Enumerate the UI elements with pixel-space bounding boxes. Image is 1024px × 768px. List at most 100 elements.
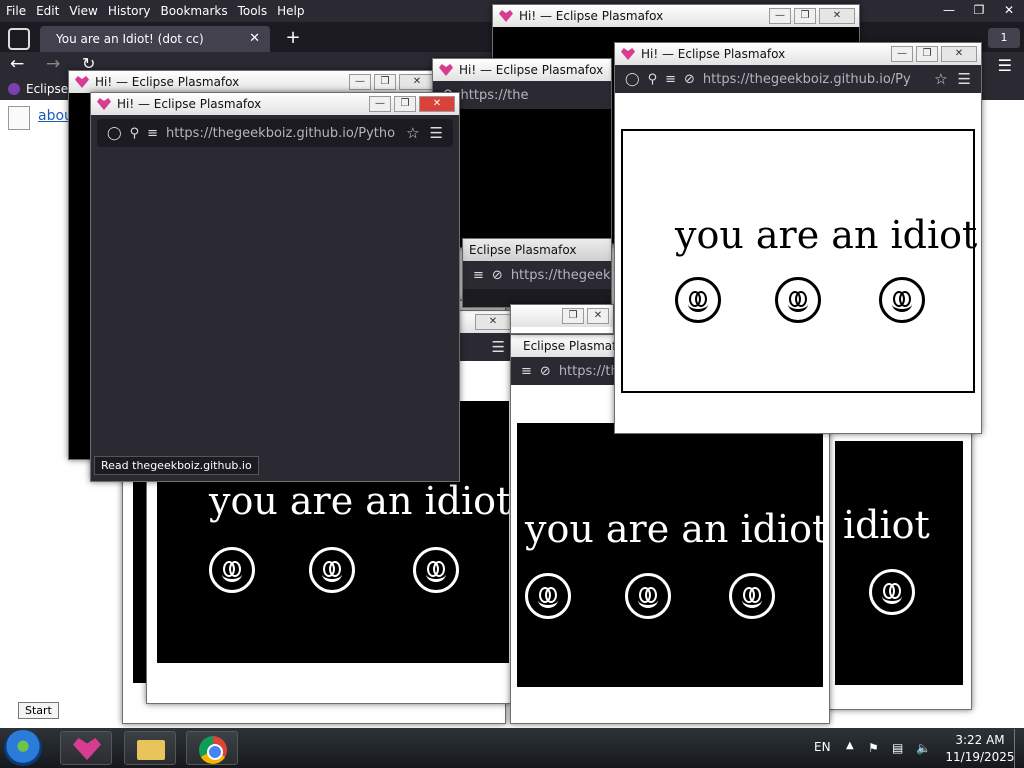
popup-url-bar[interactable]: ◯ ⚲ ≡ https://thegeekboiz.github.io/Pyth…: [97, 119, 453, 147]
chrome-icon: [199, 736, 227, 764]
minimize-icon[interactable]: —: [369, 96, 391, 112]
tab-close-icon[interactable]: ✕: [249, 31, 260, 46]
smiley-icon: [209, 547, 255, 593]
close-icon[interactable]: ✕: [399, 74, 435, 90]
restore-icon[interactable]: ❐: [374, 74, 396, 90]
hamburger-menu-icon[interactable]: ☰: [958, 70, 971, 88]
folder-icon: [137, 740, 165, 760]
back-arrow-icon[interactable]: ←: [10, 54, 24, 74]
tab-list-icon[interactable]: [8, 28, 30, 50]
action-center-icon[interactable]: ⚑: [868, 741, 879, 755]
taskbar-chrome[interactable]: [186, 731, 238, 765]
popup-window-controls: —❐✕: [346, 74, 435, 90]
popup-title: Hi! — Eclipse Plasmafox: [519, 9, 664, 23]
smiley-icon: [625, 573, 671, 619]
smiley-icon: [525, 573, 571, 619]
menu-view[interactable]: View: [69, 4, 97, 18]
popup-title: Hi! — Eclipse Plasmafox: [641, 47, 786, 61]
permissions-icon: ≡: [521, 363, 532, 379]
tray-expand-icon[interactable]: ▲: [846, 740, 854, 751]
minimize-icon[interactable]: —: [769, 8, 791, 24]
smiley-icon: [675, 277, 721, 323]
restore-icon[interactable]: ❐: [916, 46, 938, 62]
popup-window-fragment[interactable]: ❐ ✕: [510, 304, 614, 334]
clock-date[interactable]: 11/19/2025: [942, 750, 1018, 764]
popup-titlebar[interactable]: Hi! — Eclipse Plasmafox — ❐ ✕: [69, 71, 439, 93]
new-tab-icon[interactable]: +: [282, 28, 304, 50]
plasmafox-logo-icon: [499, 10, 513, 22]
restore-icon[interactable]: ❐: [562, 308, 584, 324]
menu-file[interactable]: File: [6, 4, 26, 18]
plasmafox-logo-icon: [75, 76, 89, 88]
popup-url[interactable]: https://thegeekboiz.github.io/Pytho: [166, 126, 396, 141]
popup-url[interactable]: https://thegeekboiz.github.io/Py: [703, 72, 924, 87]
main-window-controls: — ❐ ✕: [934, 0, 1024, 20]
popup-window-controls: —❐✕: [766, 8, 855, 24]
popup-titlebar[interactable]: Hi! — Eclipse Plasmafox: [433, 59, 611, 81]
lock-icon: ⚲: [647, 71, 658, 87]
volume-muted-icon[interactable]: 🔈: [916, 741, 931, 755]
popup-window-right-bottom[interactable]: idiot: [826, 410, 972, 710]
idiot-message: you are an idiot: [525, 507, 828, 551]
tab-active[interactable]: You are an Idiot! (dot cc) ✕: [40, 26, 270, 52]
popup-window-center-partial[interactable]: Eclipse Plasmafox ≡ ⊘ https://thegeekb: [462, 238, 612, 308]
status-tooltip: Read thegeekboiz.github.io: [94, 456, 259, 475]
popup-titlebar[interactable]: ❐ ✕: [511, 305, 613, 327]
restore-icon[interactable]: ❐: [964, 0, 994, 20]
eclipse-bookmark-icon: [8, 83, 20, 95]
start-tooltip: Start: [18, 702, 59, 719]
close-icon[interactable]: ✕: [419, 96, 455, 112]
popup-window-controls: —❐✕: [366, 96, 455, 112]
popup-url-bar[interactable]: ≡ ⊘ https://thegeekb: [463, 261, 611, 289]
smiley-icon: [413, 547, 459, 593]
tab-count-badge[interactable]: 1: [988, 28, 1020, 48]
bookmark-star-icon[interactable]: ☆: [934, 70, 947, 88]
popup-titlebar[interactable]: Eclipse Plasmafox: [463, 239, 611, 261]
popup-window-right-top[interactable]: Hi! — Eclipse Plasmafox — ❐ ✕ ◯ ⚲ ≡ ⊘ http…: [614, 42, 982, 434]
bookmark-star-icon[interactable]: ☆: [406, 124, 419, 142]
popup-title: Eclipse Plasmafox: [469, 243, 577, 257]
restore-icon[interactable]: ❐: [394, 96, 416, 112]
shield-icon: ◯: [625, 71, 640, 87]
popup-titlebar[interactable]: Hi! — Eclipse Plasmafox — ❐ ✕: [493, 5, 859, 27]
close-icon[interactable]: ✕: [994, 0, 1024, 20]
minimize-icon[interactable]: —: [934, 0, 964, 20]
taskbar-file-explorer[interactable]: [124, 731, 176, 765]
menu-edit[interactable]: Edit: [36, 4, 59, 18]
start-orb-icon[interactable]: [4, 730, 42, 766]
permissions-icon: ≡: [665, 71, 676, 87]
popup-url-bar[interactable]: ◯ ⚲ ≡ ⊘ https://thegeekboiz.github.io/Py…: [615, 65, 981, 93]
bookmark-eclipse[interactable]: Eclipse: [26, 82, 68, 96]
clock-time[interactable]: 3:22 AM: [950, 733, 1010, 747]
popup-window-front[interactable]: Hi! — Eclipse Plasmafox — ❐ ✕ ◯ ⚲ ≡ https:…: [90, 92, 460, 482]
popup-url[interactable]: https://thegeekb: [511, 268, 611, 283]
popup-titlebar[interactable]: Hi! — Eclipse Plasmafox — ❐ ✕: [91, 93, 459, 115]
popup-titlebar[interactable]: Hi! — Eclipse Plasmafox — ❐ ✕: [615, 43, 981, 65]
popup-content: you are an idiot: [621, 129, 978, 393]
taskbar-plasmafox[interactable]: [60, 731, 112, 765]
hamburger-menu-icon[interactable]: ☰: [998, 56, 1012, 75]
network-icon[interactable]: ▤: [892, 741, 903, 755]
hamburger-menu-icon[interactable]: ☰: [430, 124, 443, 142]
idiot-message: you are an idiot: [675, 213, 978, 257]
popup-title: Hi! — Eclipse Plasmafox: [95, 75, 240, 89]
restore-icon[interactable]: ❐: [794, 8, 816, 24]
close-icon[interactable]: ✕: [941, 46, 977, 62]
popup-url[interactable]: https://the: [461, 88, 611, 103]
menu-bookmarks[interactable]: Bookmarks: [161, 4, 228, 18]
menu-history[interactable]: History: [108, 4, 151, 18]
idiot-message: you are an idiot: [209, 479, 512, 523]
show-desktop-button[interactable]: [1014, 729, 1024, 768]
close-icon[interactable]: ✕: [819, 8, 855, 24]
forward-arrow-icon[interactable]: →: [46, 54, 60, 74]
document-icon: [8, 106, 30, 130]
minimize-icon[interactable]: —: [349, 74, 371, 90]
hamburger-menu-icon[interactable]: ☰: [492, 338, 505, 356]
close-icon[interactable]: ✕: [587, 308, 609, 324]
minimize-icon[interactable]: —: [891, 46, 913, 62]
menu-help[interactable]: Help: [277, 4, 304, 18]
shield-icon: ◯: [107, 125, 122, 141]
menu-tools[interactable]: Tools: [238, 4, 268, 18]
language-indicator[interactable]: EN: [814, 740, 831, 754]
close-icon[interactable]: ✕: [475, 314, 511, 330]
